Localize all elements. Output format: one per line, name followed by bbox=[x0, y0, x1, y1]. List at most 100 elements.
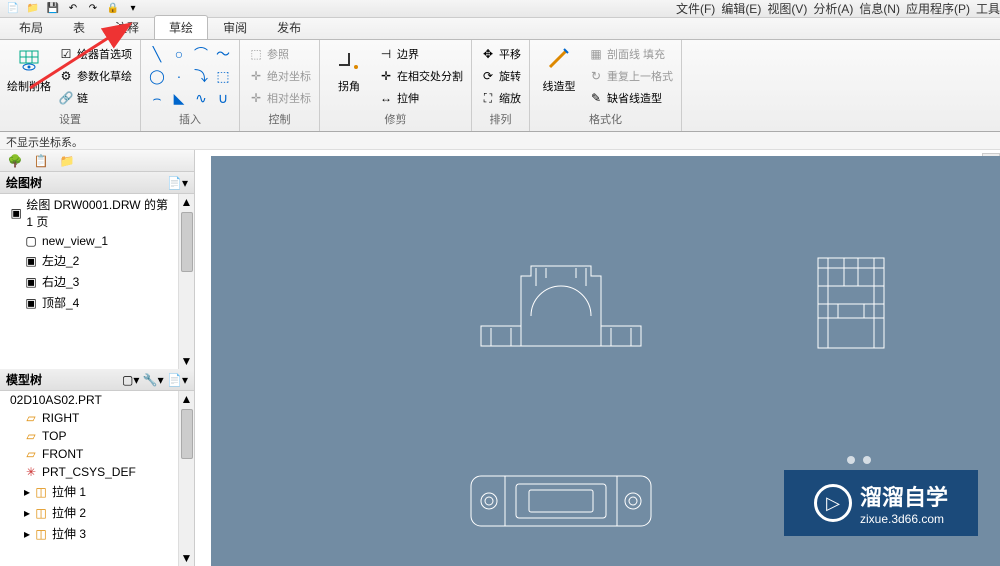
boundary-button[interactable]: ⊣ 边界 bbox=[376, 44, 465, 64]
scrollbar[interactable]: ▲ ▼ bbox=[178, 194, 194, 369]
tree-extrude3[interactable]: ▸ ◫ 拉伸 3 bbox=[0, 523, 178, 544]
menu-view[interactable]: 视图(V) bbox=[767, 0, 807, 17]
boundary-icon: ⊣ bbox=[378, 46, 394, 62]
label: 绘制削格 bbox=[7, 78, 51, 94]
group-label: 修剪 bbox=[326, 111, 465, 129]
view-left bbox=[461, 256, 661, 356]
ribbon-group-trim: 拐角 ⊣ 边界 ✛ 在相交处分割 ↔ 拉伸 修剪 bbox=[320, 40, 472, 131]
play-icon: ▷ bbox=[814, 484, 852, 522]
intersect-icon: ✛ bbox=[378, 68, 394, 84]
drawing-tree-header[interactable]: 绘图树 📄▾ bbox=[0, 172, 194, 194]
csys-icon: ✳ bbox=[24, 465, 38, 479]
ribbon-tabs: 布局 表 注释 草绘 审阅 发布 bbox=[0, 18, 1000, 40]
tab-table[interactable]: 表 bbox=[58, 15, 100, 39]
menu-edit[interactable]: 编辑(E) bbox=[721, 0, 761, 17]
pref-icon: ☑ bbox=[58, 46, 74, 62]
tree-left[interactable]: ▣ 左边_2 bbox=[0, 250, 178, 271]
scroll-thumb[interactable] bbox=[181, 409, 193, 459]
tab-layout[interactable]: 布局 bbox=[4, 15, 58, 39]
intersect-button[interactable]: ✛ 在相交处分割 bbox=[376, 66, 465, 86]
tab-publish[interactable]: 发布 bbox=[262, 15, 316, 39]
ribbon-group-arrange: ✥ 平移 ⟳ 旋转 ⛶ 缩放 排列 bbox=[472, 40, 530, 131]
tree-right[interactable]: ▣ 右边_3 bbox=[0, 271, 178, 292]
tree-top[interactable]: ▣ 顶部_4 bbox=[0, 292, 178, 313]
conic-tool[interactable]: ∪ bbox=[213, 88, 233, 108]
line-tool[interactable]: ╲ bbox=[147, 44, 167, 64]
line-style-button[interactable]: 线造型 bbox=[536, 44, 582, 94]
scroll-up[interactable]: ▲ bbox=[181, 391, 193, 407]
tab-sketch[interactable]: 草绘 bbox=[154, 15, 208, 39]
expand-icon[interactable]: ▸ bbox=[24, 527, 30, 541]
coord-icon: ✛ bbox=[248, 90, 264, 106]
tree-top-datum[interactable]: ▱ TOP bbox=[0, 427, 178, 445]
scrollbar[interactable]: ▲ ▼ bbox=[178, 391, 194, 566]
translate-button[interactable]: ✥ 平移 bbox=[478, 44, 523, 64]
tree-part[interactable]: 02D10AS02.PRT bbox=[0, 391, 178, 409]
tab-review[interactable]: 审阅 bbox=[208, 15, 262, 39]
tree-extrude2[interactable]: ▸ ◫ 拉伸 2 bbox=[0, 502, 178, 523]
datum-icon: ▱ bbox=[24, 429, 38, 443]
view-aux bbox=[841, 452, 881, 468]
edge-tool[interactable]: ⬚ bbox=[213, 66, 233, 86]
expand-icon[interactable]: ▸ bbox=[24, 506, 30, 520]
spline2-tool[interactable]: ∿ bbox=[191, 88, 211, 108]
scroll-down[interactable]: ▼ bbox=[181, 353, 193, 369]
tree-extrude1[interactable]: ▸ ◫ 拉伸 1 bbox=[0, 481, 178, 502]
scroll-down[interactable]: ▼ bbox=[181, 550, 193, 566]
menu-tool[interactable]: 工具 bbox=[976, 0, 1000, 17]
tree-newview[interactable]: ▢ new_view_1 bbox=[0, 232, 178, 250]
panel-actions[interactable]: ▢▾ 🔧▾ 📄▾ bbox=[122, 373, 188, 387]
chamfer-tool[interactable]: ◣ bbox=[169, 88, 189, 108]
ellipse-tool[interactable]: ◯ bbox=[147, 66, 167, 86]
tree-right-datum[interactable]: ▱ RIGHT bbox=[0, 409, 178, 427]
extend-icon: ↔ bbox=[378, 90, 394, 106]
view-icon: ▣ bbox=[24, 296, 38, 310]
tree-icon[interactable]: 🌳 bbox=[4, 152, 26, 170]
point-tool[interactable]: · bbox=[169, 66, 189, 86]
expand-icon[interactable]: ▸ bbox=[24, 485, 30, 499]
arc-tool[interactable]: ⌒ bbox=[191, 44, 211, 64]
tab-annot[interactable]: 注释 bbox=[100, 15, 154, 39]
group-label: 设置 bbox=[6, 111, 134, 129]
status-bar: 不显示坐标系。 bbox=[0, 132, 1000, 150]
chain-button[interactable]: 🔗 链 bbox=[56, 88, 134, 108]
tree-page[interactable]: ▣ 绘图 DRW0001.DRW 的第 1 页 bbox=[0, 194, 178, 232]
menu-info[interactable]: 信息(N) bbox=[859, 0, 900, 17]
hatch-icon: ▦ bbox=[588, 46, 604, 62]
corner-button[interactable]: 拐角 bbox=[326, 44, 372, 94]
tree-csys[interactable]: ✳ PRT_CSYS_DEF bbox=[0, 463, 178, 481]
rotate-button[interactable]: ⟳ 旋转 bbox=[478, 66, 523, 86]
tangent-arc-tool[interactable]: ⤵ bbox=[191, 66, 211, 86]
ribbon-group-control: ⬚ 参照 ✛ 绝对坐标 ✛ 相对坐标 控制 bbox=[240, 40, 320, 131]
layer-icon[interactable]: 📋 bbox=[30, 152, 52, 170]
view-right bbox=[816, 256, 886, 351]
label: 线造型 bbox=[543, 78, 576, 94]
datum-icon: ▱ bbox=[24, 411, 38, 425]
hatch-button: ▦ 剖面线 填充 bbox=[586, 44, 675, 64]
param-sketch-button[interactable]: ⚙ 参数化草绘 bbox=[56, 66, 134, 86]
ref-icon: ⬚ bbox=[248, 46, 264, 62]
menu-app[interactable]: 应用程序(P) bbox=[906, 0, 970, 17]
scroll-thumb[interactable] bbox=[181, 212, 193, 272]
sketch-crop-button[interactable]: 绘制削格 bbox=[6, 44, 52, 94]
spline-tool[interactable]: 〜 bbox=[213, 44, 233, 64]
extend-button[interactable]: ↔ 拉伸 bbox=[376, 88, 465, 108]
ribbon-group-format: 线造型 ▦ 剖面线 填充 ↻ 重复上一格式 ✎ 缺省线造型 格式化 bbox=[530, 40, 682, 131]
ref-button: ⬚ 参照 bbox=[246, 44, 313, 64]
scale-button[interactable]: ⛶ 缩放 bbox=[478, 88, 523, 108]
default-line-button[interactable]: ✎ 缺省线造型 bbox=[586, 88, 675, 108]
rel-coord-button: ✛ 相对坐标 bbox=[246, 88, 313, 108]
fillet-tool[interactable]: ⌢ bbox=[147, 88, 167, 108]
menu-file[interactable]: 文件(F) bbox=[676, 0, 715, 17]
circle-tool[interactable]: ○ bbox=[169, 44, 189, 64]
tree-front-datum[interactable]: ▱ FRONT bbox=[0, 445, 178, 463]
model-tree-header[interactable]: 模型树 ▢▾ 🔧▾ 📄▾ bbox=[0, 369, 194, 391]
coord-icon: ✛ bbox=[248, 68, 264, 84]
menu-analyze[interactable]: 分析(A) bbox=[813, 0, 853, 17]
folder-icon[interactable]: 📁 bbox=[56, 152, 78, 170]
scroll-up[interactable]: ▲ bbox=[181, 194, 193, 210]
panel-actions[interactable]: 📄▾ bbox=[167, 176, 188, 190]
ribbon-group-settings: 绘制削格 ☑ 绘器首选项 ⚙ 参数化草绘 🔗 链 设置 bbox=[0, 40, 141, 131]
sketcher-pref-button[interactable]: ☑ 绘器首选项 bbox=[56, 44, 134, 64]
repeat-fmt-button: ↻ 重复上一格式 bbox=[586, 66, 675, 86]
